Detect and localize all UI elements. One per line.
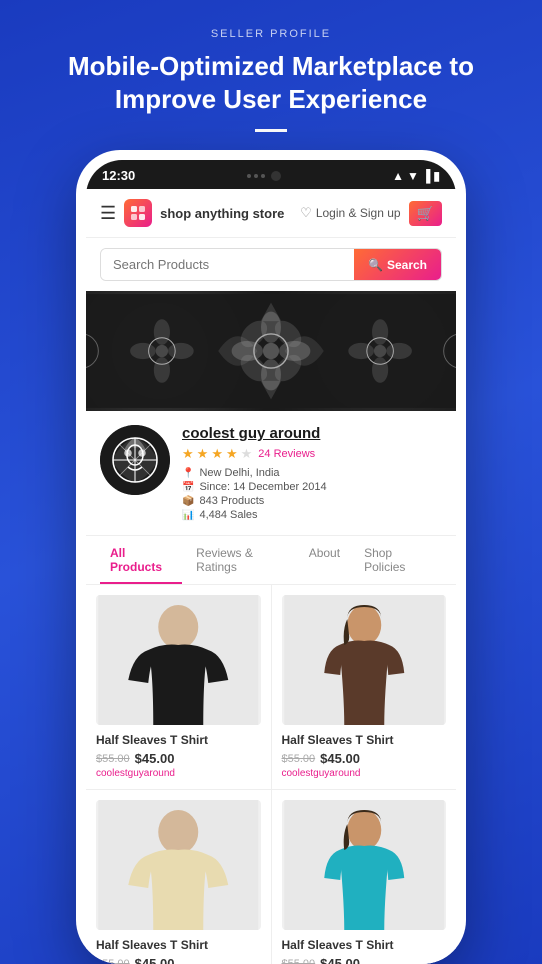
meta-since: 📅 Since: 14 December 2014 [182,481,442,493]
phone-screen: 12:30 ▲ ▼ ▐ ▮ ☰ [86,160,456,964]
app-logo [124,199,152,227]
sales-icon: 📊 [182,510,194,521]
camera-notch [271,171,281,181]
status-bar: 12:30 ▲ ▼ ▐ ▮ [86,160,456,189]
star-5-empty: ★ [241,446,253,462]
cart-button[interactable]: 🛒 [409,201,442,226]
notch-dot-2 [254,174,258,178]
seller-meta: 📍 New Delhi, India 📅 Since: 14 December … [182,467,442,521]
wishlist-icon: ♡ [300,205,312,221]
products-icon: 📦 [182,496,194,507]
phone-device: 12:30 ▲ ▼ ▐ ▮ ☰ [76,150,466,964]
product-price-2: $55.00 $45.00 [282,751,447,766]
title-underline [255,129,287,132]
product-name-4: Half Sleaves T Shirt [282,938,447,952]
seller-avatar [100,425,170,495]
meta-sales-text: 4,484 Sales [199,509,257,521]
product-price-old-4: $55.00 [282,958,316,964]
login-link[interactable]: ♡ Login & Sign up [300,205,400,221]
product-store-2: coolestguyaround [282,768,447,779]
product-card-2[interactable]: Half Sleaves T Shirt $55.00 $45.00 coole… [272,585,457,789]
product-tabs: All Products Reviews & Ratings About Sho… [86,536,456,585]
product-price-3: $55.00 $45.00 [96,956,261,964]
seller-details: coolest guy around ★ ★ ★ ★ ★ 24 Reviews … [182,425,442,521]
product-price-old-3: $55.00 [96,958,130,964]
product-card-1[interactable]: Half Sleaves T Shirt $55.00 $45.00 coole… [86,585,271,789]
product-price-new-2: $45.00 [320,751,360,766]
login-label: Login & Sign up [316,206,401,220]
store-name: shop anything store [160,206,284,221]
search-input[interactable] [101,249,354,280]
signal-icon: ▲ [392,169,404,183]
product-store-1: coolestguyaround [96,768,261,779]
battery-icon: ▮ [433,169,440,183]
product-price-old-1: $55.00 [96,753,130,765]
product-price-new-4: $45.00 [320,956,360,964]
search-button-label: Search [387,258,427,272]
banner-pattern [86,291,456,411]
product-name-1: Half Sleaves T Shirt [96,733,261,747]
star-3: ★ [211,446,223,462]
product-image-1 [96,595,261,725]
search-input-wrap: 🔍 Search [100,248,442,281]
calendar-icon: 📅 [182,482,194,493]
product-card-3[interactable]: Half Sleaves T Shirt $55.00 $45.00 coole… [86,790,271,964]
meta-location-text: New Delhi, India [199,467,279,479]
notch-area [247,171,281,181]
status-icons: ▲ ▼ ▐ ▮ [392,169,440,183]
signal-bars-icon: ▐ [422,169,431,183]
meta-sales: 📊 4,484 Sales [182,509,442,521]
products-grid: Half Sleaves T Shirt $55.00 $45.00 coole… [86,585,456,964]
meta-products: 📦 843 Products [182,495,442,507]
star-1: ★ [182,446,194,462]
search-button[interactable]: 🔍 Search [354,249,441,280]
product-image-2 [282,595,447,725]
tab-shop-policies[interactable]: Shop Policies [354,536,438,584]
product-card-4[interactable]: Half Sleaves T Shirt $55.00 $45.00 coole… [272,790,457,964]
product-image-4 [282,800,447,930]
product-image-3 [96,800,261,930]
product-price-old-2: $55.00 [282,753,316,765]
search-bar-section: 🔍 Search [86,238,456,291]
product-price-new-3: $45.00 [135,956,175,964]
seller-profile-label: SELLER PROFILE [61,28,481,40]
product-name-3: Half Sleaves T Shirt [96,938,261,952]
notch-dots [247,174,265,178]
meta-since-text: Since: 14 December 2014 [199,481,326,493]
tab-about[interactable]: About [299,536,350,584]
tab-all-products[interactable]: All Products [100,536,182,584]
search-icon: 🔍 [368,258,383,272]
meta-products-text: 843 Products [199,495,264,507]
header-right: ♡ Login & Sign up 🛒 [300,201,442,226]
reviews-link[interactable]: 24 Reviews [258,448,315,460]
notch-dot-3 [261,174,265,178]
product-name-2: Half Sleaves T Shirt [282,733,447,747]
product-price-1: $55.00 $45.00 [96,751,261,766]
product-price-4: $55.00 $45.00 [282,956,447,964]
page-header: SELLER PROFILE Mobile-Optimized Marketpl… [31,0,511,150]
star-4: ★ [226,446,238,462]
meta-location: 📍 New Delhi, India [182,467,442,479]
tab-reviews[interactable]: Reviews & Ratings [186,536,295,584]
product-price-new-1: $45.00 [135,751,175,766]
seller-info-section: coolest guy around ★ ★ ★ ★ ★ 24 Reviews … [86,411,456,536]
status-time: 12:30 [102,168,135,183]
hamburger-menu-icon[interactable]: ☰ [100,203,116,224]
wifi-icon: ▼ [407,169,419,183]
star-2: ★ [197,446,209,462]
notch-dot [247,174,251,178]
page-title: Mobile-Optimized Marketplace to Improve … [61,50,481,115]
app-header: ☰ shop anything store ♡ Login & Sign up [86,189,456,238]
location-icon: 📍 [182,468,194,479]
seller-rating: ★ ★ ★ ★ ★ 24 Reviews [182,446,442,462]
store-banner [86,291,456,411]
header-left: ☰ shop anything store [100,199,284,227]
seller-name[interactable]: coolest guy around [182,425,442,442]
